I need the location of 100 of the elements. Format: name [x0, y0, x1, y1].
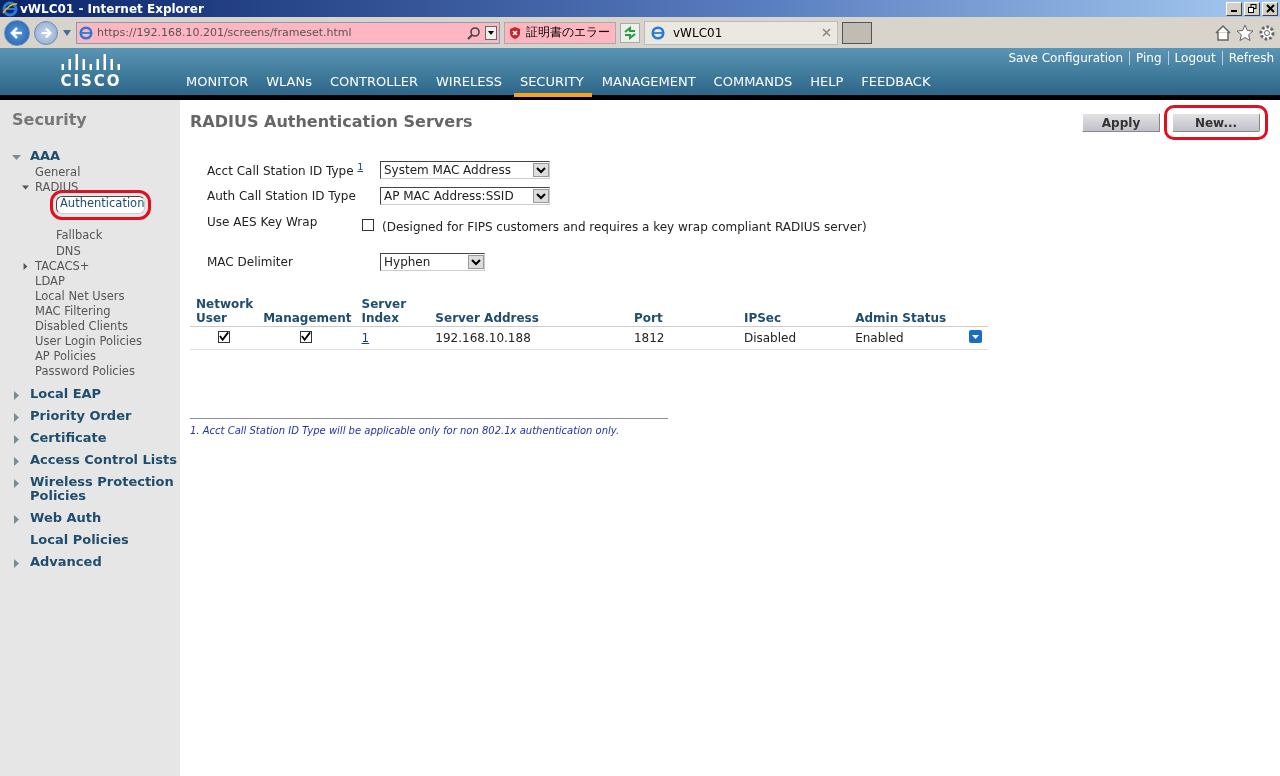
refresh-button[interactable]	[620, 22, 640, 43]
header-link[interactable]: Refresh	[1221, 51, 1274, 65]
field-label: MAC Delimiter	[207, 255, 294, 269]
minimize-button[interactable]	[1226, 1, 1242, 16]
column-header: Network User	[190, 297, 258, 327]
address-field[interactable]: https://192.168.10.201/screens/frameset.html	[76, 21, 500, 44]
action-button[interactable]: Apply	[1082, 113, 1160, 132]
close-icon	[1265, 4, 1275, 13]
menu-tab[interactable]: WIRELESS	[430, 74, 510, 97]
row-menu-icon[interactable]	[968, 330, 982, 343]
collapsed-arrow-icon[interactable]	[12, 515, 21, 524]
sidebar-item[interactable]: DNS	[56, 243, 81, 258]
dropdown-icon	[485, 25, 497, 40]
forward-arrow-icon	[39, 25, 53, 40]
close-icon[interactable]	[822, 28, 831, 37]
sidebar-section[interactable]: Local EAP	[30, 387, 102, 401]
collapsed-arrow-icon[interactable]	[22, 263, 29, 270]
logo-text: CISCO	[60, 73, 122, 89]
settings-icon[interactable]	[1258, 23, 1276, 42]
dropdown-caret-icon	[62, 29, 72, 36]
collapsed-arrow-icon[interactable]	[12, 457, 21, 466]
menu-tab[interactable]: WLANs	[260, 74, 320, 97]
browser-tab[interactable]: vWLC01	[644, 20, 838, 45]
logo-bars-icon	[60, 54, 122, 70]
sidebar-section[interactable]: Certificate	[30, 431, 107, 445]
shield-icon	[508, 25, 522, 40]
sidebar-title: Security	[12, 110, 88, 129]
checkbox-note: (Designed for FIPS customers and requires a key wrap compliant RADIUS server)	[382, 220, 867, 234]
table-cell: Disabled	[743, 331, 797, 345]
checkbox[interactable]	[217, 330, 230, 343]
table-cell: Enabled	[855, 331, 904, 345]
server-index-link[interactable]: 1	[361, 331, 370, 345]
close-button[interactable]	[1262, 1, 1278, 16]
column-header: Management	[257, 297, 356, 327]
menu-tab[interactable]: MONITOR	[180, 74, 257, 97]
header-link[interactable]: Logout	[1167, 51, 1216, 65]
sidebar-item[interactable]: LDAP	[35, 274, 65, 289]
page-icon	[651, 25, 665, 40]
menu-tab[interactable]: MANAGEMENT	[595, 74, 704, 97]
checkbox[interactable]	[300, 330, 313, 343]
sidebar-section[interactable]: AAA	[30, 149, 61, 163]
menu-tab[interactable]: HELP	[804, 74, 852, 97]
sidebar-item[interactable]: General	[35, 165, 81, 180]
home-icon[interactable]	[1214, 23, 1232, 42]
sidebar-item[interactable]: RADIUS	[35, 180, 79, 195]
table-cell: 192.168.10.188	[435, 331, 531, 345]
table-cell: 1812	[633, 331, 665, 345]
sidebar-section[interactable]: Access Control Lists	[30, 453, 177, 467]
sidebar-item[interactable]: AP Policies	[35, 349, 96, 364]
page-title: RADIUS Authentication Servers	[190, 112, 473, 131]
expanded-arrow-icon[interactable]	[22, 184, 29, 191]
menu-tab[interactable]: SECURITY	[513, 74, 592, 97]
sidebar-item[interactable]: MAC Filtering	[35, 304, 111, 319]
back-arrow-icon	[9, 24, 25, 41]
dropdown[interactable]: Hyphen	[380, 253, 485, 271]
search-icon	[467, 25, 481, 40]
restore-button[interactable]	[1244, 1, 1260, 16]
sidebar-item[interactable]: Password Policies	[35, 364, 135, 379]
new-tab-button[interactable]	[842, 21, 872, 44]
sidebar-item[interactable]: User Login Policies	[35, 334, 143, 349]
column-header: IPSec	[737, 297, 850, 327]
menu-tab[interactable]: FEEDBACK	[855, 74, 939, 97]
column-header: Admin Status	[849, 297, 963, 327]
collapsed-arrow-icon[interactable]	[12, 559, 21, 568]
collapsed-arrow-icon[interactable]	[12, 479, 21, 488]
dropdown[interactable]: AP MAC Address:SSID	[380, 187, 550, 205]
sidebar-item[interactable]: Fallback	[56, 228, 103, 242]
sidebar-item[interactable]: Disabled Clients	[35, 319, 128, 334]
sidebar-item[interactable]: TACACS+	[35, 259, 90, 274]
menu-tab[interactable]: CONTROLLER	[324, 74, 426, 97]
window-title: vWLC01 - Internet Explorer	[20, 1, 204, 16]
sidebar-section[interactable]: Web Auth	[30, 511, 102, 525]
footnote: 1. Acct Call Station ID Type will be applicable only for non 802.1x authentication only.	[190, 424, 620, 436]
back-button[interactable]	[4, 19, 30, 46]
menu-tab[interactable]: COMMANDS	[707, 74, 801, 97]
header-link[interactable]: Ping	[1129, 51, 1162, 65]
checkbox[interactable]	[362, 219, 374, 231]
collapsed-arrow-icon[interactable]	[12, 413, 21, 422]
forward-button[interactable]	[34, 20, 58, 45]
field-label: Acct Call Station ID Type $^{1}$	[207, 162, 365, 178]
sidebar-section[interactable]: Local Policies	[30, 533, 129, 547]
dropdown[interactable]: System MAC Address	[380, 161, 550, 179]
column-header: Server Address	[429, 297, 628, 327]
star-icon[interactable]	[1236, 23, 1254, 42]
collapsed-arrow-icon[interactable]	[12, 435, 21, 444]
sidebar-item[interactable]: Local Net Users	[35, 289, 125, 304]
browser-logo-icon	[2, 0, 18, 17]
refresh-arrows-icon	[623, 25, 637, 40]
sidebar-section[interactable]: Wireless Protection Policies	[30, 475, 180, 503]
column-header: Server Index	[355, 297, 430, 327]
page-icon	[79, 25, 93, 40]
sidebar-section[interactable]: Priority Order	[30, 409, 132, 423]
collapsed-arrow-icon[interactable]	[12, 391, 21, 400]
header-link[interactable]: Save Configuration	[1008, 51, 1124, 65]
expanded-arrow-icon[interactable]	[12, 153, 21, 162]
sidebar-section[interactable]: Advanced	[30, 555, 102, 569]
field-label: Auth Call Station ID Type	[207, 189, 357, 203]
restore-icon	[1247, 4, 1257, 13]
column-header: Port	[627, 297, 738, 327]
certificate-error-button[interactable]: 証明書のエラー	[504, 21, 616, 44]
